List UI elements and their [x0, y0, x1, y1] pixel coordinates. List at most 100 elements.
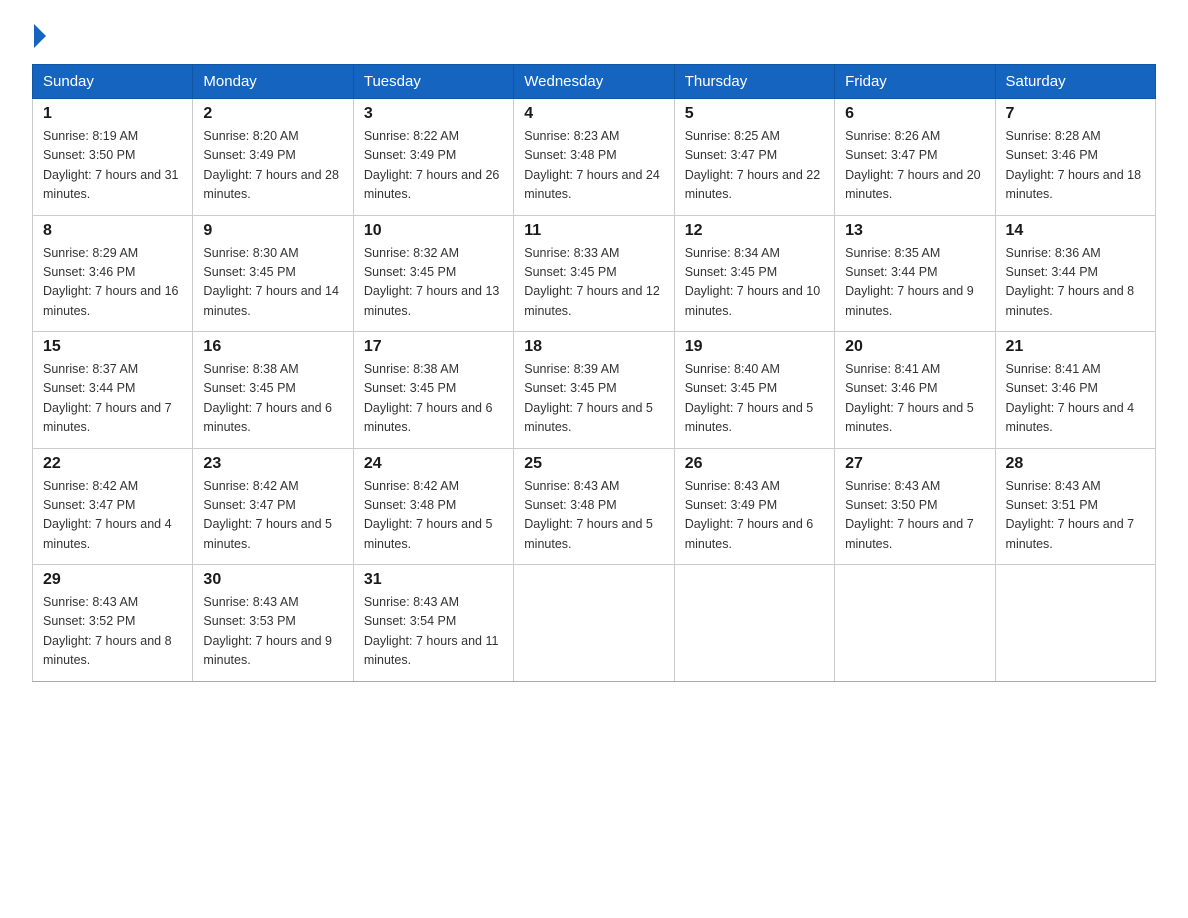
- calendar-day-cell: 19Sunrise: 8:40 AMSunset: 3:45 PMDayligh…: [674, 332, 834, 449]
- day-info: Sunrise: 8:43 AMSunset: 3:52 PMDaylight:…: [43, 593, 182, 671]
- day-info: Sunrise: 8:43 AMSunset: 3:53 PMDaylight:…: [203, 593, 342, 671]
- day-info: Sunrise: 8:22 AMSunset: 3:49 PMDaylight:…: [364, 127, 503, 205]
- calendar-day-cell: 2Sunrise: 8:20 AMSunset: 3:49 PMDaylight…: [193, 99, 353, 216]
- day-number: 20: [845, 338, 984, 356]
- calendar-day-cell: 5 Sunrise: 8:25 AMSunset: 3:47 PMDaylight…: [674, 99, 834, 216]
- calendar-day-cell: 1 Sunrise: 8:19 AMSunset: 3:50 PMDaylight…: [33, 99, 193, 216]
- calendar-week-row: 29 Sunrise: 8:43 AMSunset: 3:52 PMDayligh…: [33, 565, 1156, 682]
- day-number: 29: [43, 571, 182, 589]
- calendar-day-cell: 31 Sunrise: 8:43 AMSunset: 3:54 PMDayligh…: [353, 565, 513, 682]
- calendar-day-cell: 12 Sunrise: 8:34 AMSunset: 3:45 PMDayligh…: [674, 215, 834, 332]
- empty-cell: [835, 565, 995, 682]
- day-info: Sunrise: 8:38 AMSunset: 3:45 PMDaylight:…: [364, 360, 503, 438]
- calendar-day-cell: 13 Sunrise: 8:35 AMSunset: 3:44 PMDayligh…: [835, 215, 995, 332]
- calendar-day-cell: 11Sunrise: 8:33 AMSunset: 3:45 PMDayligh…: [514, 215, 674, 332]
- day-info: Sunrise: 8:33 AMSunset: 3:45 PMDaylight:…: [524, 244, 663, 322]
- day-info: Sunrise: 8:37 AMSunset: 3:44 PMDaylight:…: [43, 360, 182, 438]
- empty-cell: [995, 565, 1155, 682]
- day-number: 22: [43, 455, 182, 473]
- day-number: 24: [364, 455, 503, 473]
- calendar-day-cell: 18 Sunrise: 8:39 AMSunset: 3:45 PMDayligh…: [514, 332, 674, 449]
- calendar-day-cell: 26 Sunrise: 8:43 AMSunset: 3:49 PMDayligh…: [674, 448, 834, 565]
- calendar-day-cell: 15 Sunrise: 8:37 AMSunset: 3:44 PMDayligh…: [33, 332, 193, 449]
- day-info: Sunrise: 8:39 AMSunset: 3:45 PMDaylight:…: [524, 360, 663, 438]
- calendar-day-cell: 22 Sunrise: 8:42 AMSunset: 3:47 PMDayligh…: [33, 448, 193, 565]
- day-number: 7: [1006, 105, 1145, 123]
- day-number: 23: [203, 455, 342, 473]
- calendar-day-cell: 7Sunrise: 8:28 AMSunset: 3:46 PMDaylight…: [995, 99, 1155, 216]
- header-wednesday: Wednesday: [514, 65, 674, 99]
- calendar-day-cell: 28 Sunrise: 8:43 AMSunset: 3:51 PMDayligh…: [995, 448, 1155, 565]
- day-number: 9: [203, 222, 342, 240]
- header-monday: Monday: [193, 65, 353, 99]
- day-info: Sunrise: 8:30 AMSunset: 3:45 PMDaylight:…: [203, 244, 342, 322]
- day-info: Sunrise: 8:19 AMSunset: 3:50 PMDaylight:…: [43, 127, 182, 205]
- calendar-header-row: SundayMondayTuesdayWednesdayThursdayFrid…: [33, 65, 1156, 99]
- calendar-day-cell: 21Sunrise: 8:41 AMSunset: 3:46 PMDayligh…: [995, 332, 1155, 449]
- day-number: 6: [845, 105, 984, 123]
- empty-cell: [514, 565, 674, 682]
- day-info: Sunrise: 8:43 AMSunset: 3:51 PMDaylight:…: [1006, 477, 1145, 555]
- day-number: 14: [1006, 222, 1145, 240]
- day-info: Sunrise: 8:42 AMSunset: 3:47 PMDaylight:…: [203, 477, 342, 555]
- calendar-week-row: 8Sunrise: 8:29 AMSunset: 3:46 PMDaylight…: [33, 215, 1156, 332]
- day-info: Sunrise: 8:43 AMSunset: 3:49 PMDaylight:…: [685, 477, 824, 555]
- day-number: 31: [364, 571, 503, 589]
- page-header: [32, 24, 1156, 48]
- header-friday: Friday: [835, 65, 995, 99]
- header-saturday: Saturday: [995, 65, 1155, 99]
- calendar-day-cell: 17 Sunrise: 8:38 AMSunset: 3:45 PMDayligh…: [353, 332, 513, 449]
- header-tuesday: Tuesday: [353, 65, 513, 99]
- day-info: Sunrise: 8:36 AMSunset: 3:44 PMDaylight:…: [1006, 244, 1145, 322]
- day-number: 12: [685, 222, 824, 240]
- day-info: Sunrise: 8:41 AMSunset: 3:46 PMDaylight:…: [1006, 360, 1145, 438]
- logo: [32, 24, 48, 48]
- calendar-day-cell: 23 Sunrise: 8:42 AMSunset: 3:47 PMDayligh…: [193, 448, 353, 565]
- day-number: 5: [685, 105, 824, 123]
- day-number: 18: [524, 338, 663, 356]
- day-info: Sunrise: 8:42 AMSunset: 3:48 PMDaylight:…: [364, 477, 503, 555]
- calendar-day-cell: 16Sunrise: 8:38 AMSunset: 3:45 PMDayligh…: [193, 332, 353, 449]
- day-number: 2: [203, 105, 342, 123]
- empty-cell: [674, 565, 834, 682]
- day-info: Sunrise: 8:32 AMSunset: 3:45 PMDaylight:…: [364, 244, 503, 322]
- day-number: 17: [364, 338, 503, 356]
- day-info: Sunrise: 8:42 AMSunset: 3:47 PMDaylight:…: [43, 477, 182, 555]
- day-info: Sunrise: 8:41 AMSunset: 3:46 PMDaylight:…: [845, 360, 984, 438]
- calendar-week-row: 15 Sunrise: 8:37 AMSunset: 3:44 PMDayligh…: [33, 332, 1156, 449]
- calendar-day-cell: 30 Sunrise: 8:43 AMSunset: 3:53 PMDayligh…: [193, 565, 353, 682]
- day-info: Sunrise: 8:38 AMSunset: 3:45 PMDaylight:…: [203, 360, 342, 438]
- day-info: Sunrise: 8:43 AMSunset: 3:50 PMDaylight:…: [845, 477, 984, 555]
- calendar-day-cell: 14 Sunrise: 8:36 AMSunset: 3:44 PMDayligh…: [995, 215, 1155, 332]
- calendar-week-row: 1 Sunrise: 8:19 AMSunset: 3:50 PMDaylight…: [33, 99, 1156, 216]
- day-number: 10: [364, 222, 503, 240]
- day-info: Sunrise: 8:40 AMSunset: 3:45 PMDaylight:…: [685, 360, 824, 438]
- calendar-week-row: 22 Sunrise: 8:42 AMSunset: 3:47 PMDayligh…: [33, 448, 1156, 565]
- day-info: Sunrise: 8:34 AMSunset: 3:45 PMDaylight:…: [685, 244, 824, 322]
- calendar-day-cell: 20 Sunrise: 8:41 AMSunset: 3:46 PMDayligh…: [835, 332, 995, 449]
- day-number: 13: [845, 222, 984, 240]
- day-number: 30: [203, 571, 342, 589]
- day-number: 4: [524, 105, 663, 123]
- day-info: Sunrise: 8:35 AMSunset: 3:44 PMDaylight:…: [845, 244, 984, 322]
- calendar-day-cell: 4Sunrise: 8:23 AMSunset: 3:48 PMDaylight…: [514, 99, 674, 216]
- header-thursday: Thursday: [674, 65, 834, 99]
- day-info: Sunrise: 8:43 AMSunset: 3:48 PMDaylight:…: [524, 477, 663, 555]
- calendar-day-cell: 10 Sunrise: 8:32 AMSunset: 3:45 PMDayligh…: [353, 215, 513, 332]
- calendar-day-cell: 8Sunrise: 8:29 AMSunset: 3:46 PMDaylight…: [33, 215, 193, 332]
- day-info: Sunrise: 8:43 AMSunset: 3:54 PMDaylight:…: [364, 593, 503, 671]
- logo-arrow-icon: [34, 24, 46, 48]
- day-number: 27: [845, 455, 984, 473]
- calendar-day-cell: 9 Sunrise: 8:30 AMSunset: 3:45 PMDaylight…: [193, 215, 353, 332]
- calendar-day-cell: 27 Sunrise: 8:43 AMSunset: 3:50 PMDayligh…: [835, 448, 995, 565]
- day-number: 25: [524, 455, 663, 473]
- day-number: 15: [43, 338, 182, 356]
- calendar-day-cell: 3Sunrise: 8:22 AMSunset: 3:49 PMDaylight…: [353, 99, 513, 216]
- calendar-day-cell: 25 Sunrise: 8:43 AMSunset: 3:48 PMDayligh…: [514, 448, 674, 565]
- day-info: Sunrise: 8:25 AMSunset: 3:47 PMDaylight:…: [685, 127, 824, 205]
- day-number: 1: [43, 105, 182, 123]
- day-number: 26: [685, 455, 824, 473]
- day-number: 28: [1006, 455, 1145, 473]
- day-info: Sunrise: 8:29 AMSunset: 3:46 PMDaylight:…: [43, 244, 182, 322]
- header-sunday: Sunday: [33, 65, 193, 99]
